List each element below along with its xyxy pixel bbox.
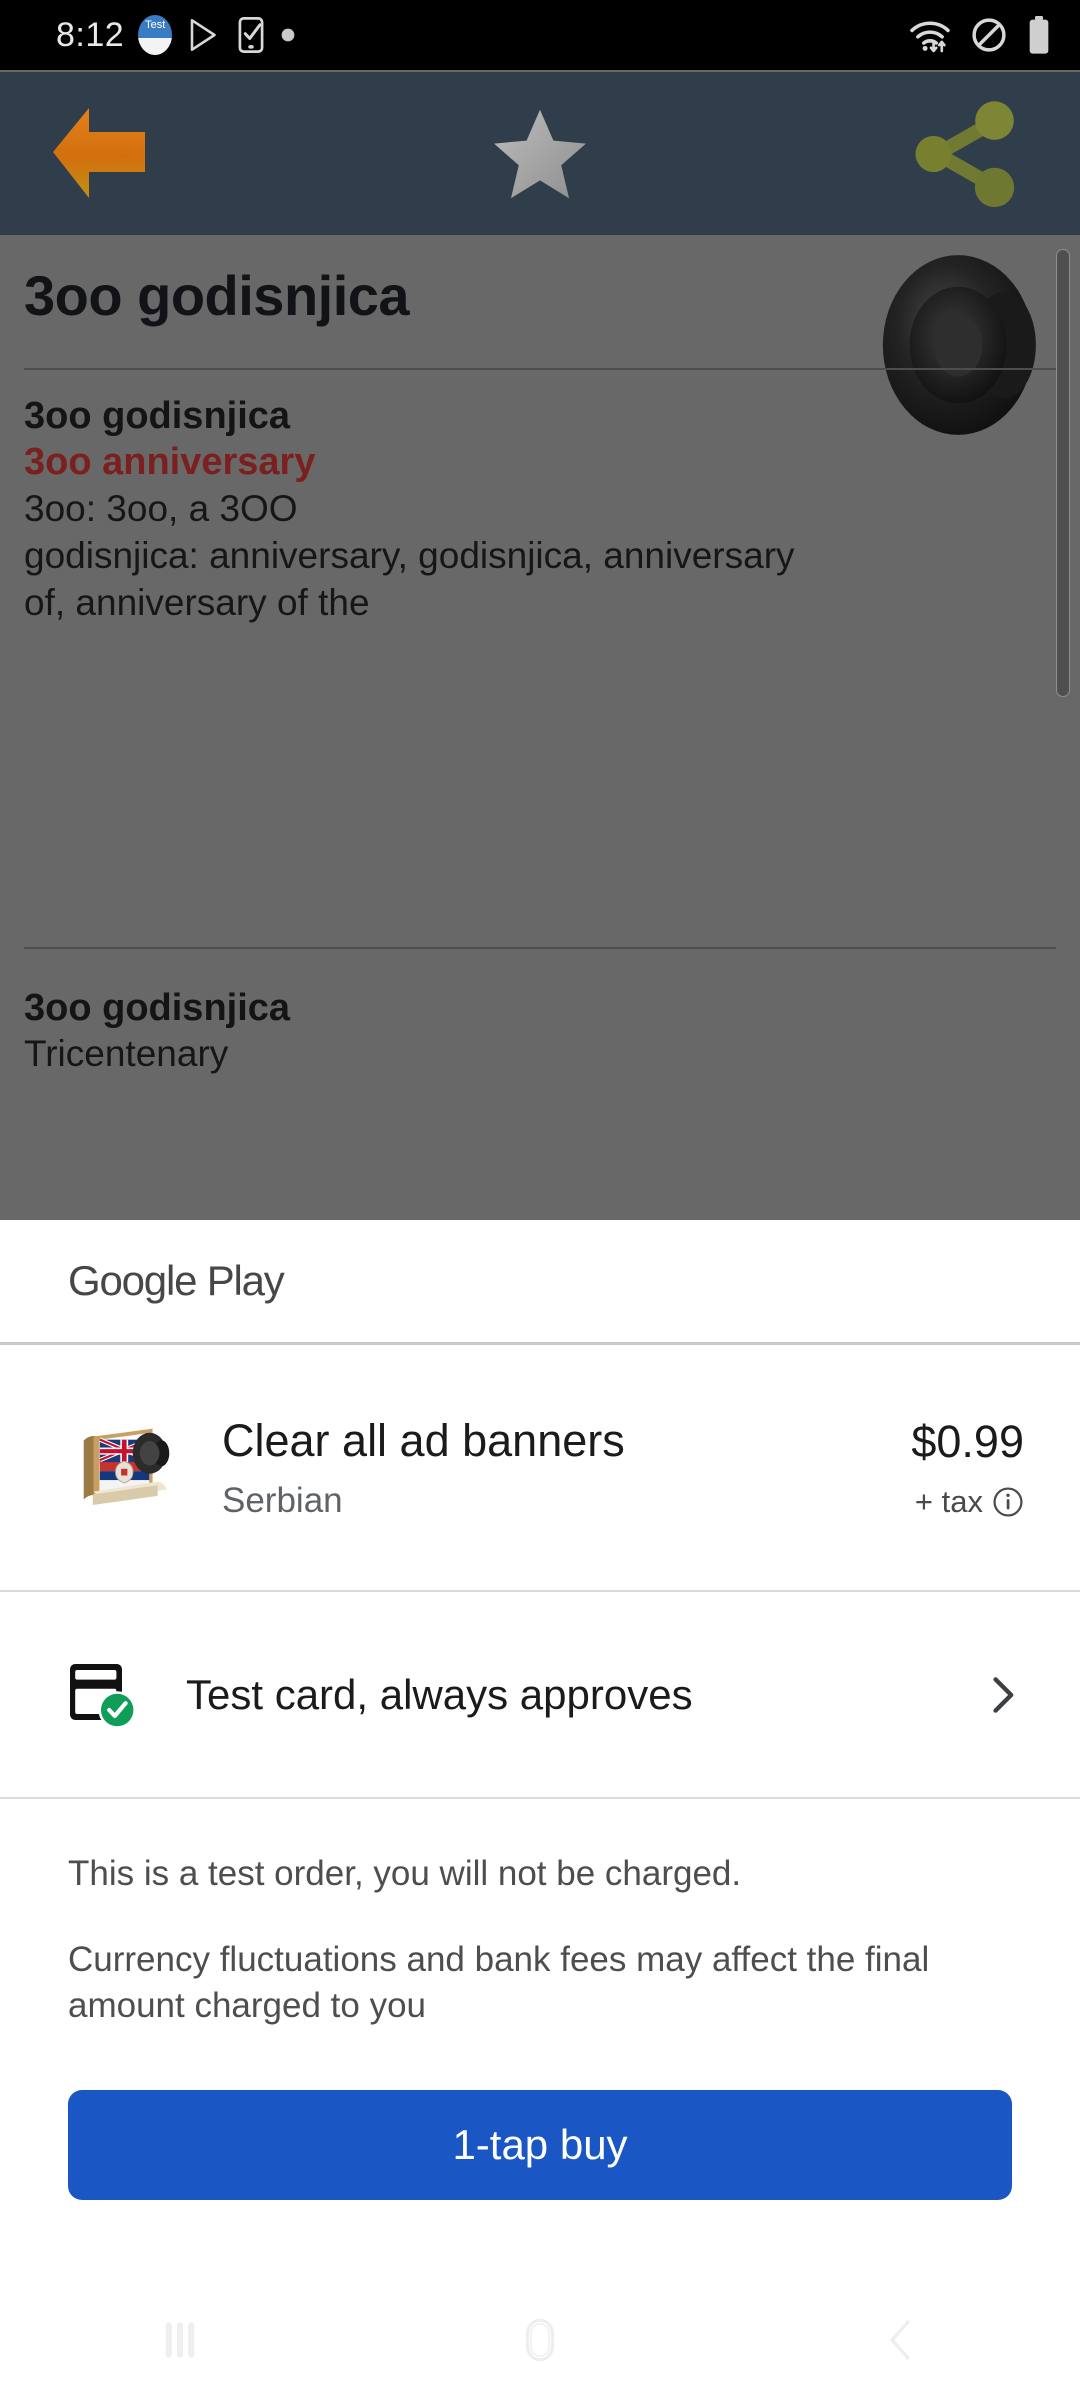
entry-title: 3oo godisnjica bbox=[24, 264, 410, 327]
dictionary-content[interactable]: 3oo godisnjica 3oo godisnjica 3oo annive… bbox=[0, 235, 1080, 1220]
definition-translation-1: 3oo anniversary bbox=[24, 441, 316, 484]
dictionary-book-app-icon bbox=[68, 1409, 186, 1527]
payment-method-label: Test card, always approves bbox=[186, 1670, 693, 1718]
google-play-purchase-sheet: Google Play Clear all ad banners Serbian… bbox=[0, 1220, 1080, 2400]
definition-block-2: 3oo godisnjica Tricentenary bbox=[24, 985, 1034, 1078]
test-app-badge-icon: Test bbox=[138, 15, 173, 55]
phone-check-icon bbox=[236, 16, 266, 54]
buy-button-container: 1-tap buy bbox=[0, 2030, 1080, 2200]
sheet-header: Google Play bbox=[0, 1220, 1080, 1342]
back-arrow-icon bbox=[53, 107, 145, 198]
dot-icon bbox=[280, 27, 296, 43]
play-store-icon bbox=[186, 16, 222, 54]
definition-line-2: godisnjica: anniversary, godisnjica, ann… bbox=[24, 534, 795, 576]
one-tap-buy-label: 1-tap buy bbox=[452, 2120, 628, 2168]
content-scrollbar-track[interactable] bbox=[1056, 241, 1076, 1201]
system-navigation-bar bbox=[0, 2280, 1080, 2400]
definition-text-2: Tricentenary bbox=[24, 1033, 229, 1075]
entry-divider-bottom bbox=[24, 947, 1056, 949]
product-title: Clear all ad banners bbox=[222, 1414, 625, 1466]
product-price: $0.99 bbox=[911, 1415, 1024, 1467]
content-scrollbar-thumb[interactable] bbox=[1056, 249, 1070, 697]
dictionary-app-bar bbox=[0, 70, 1080, 235]
status-bar-left: 8:12 Test bbox=[56, 15, 908, 55]
status-bar: 8:12 Test bbox=[0, 0, 1080, 70]
info-icon[interactable] bbox=[992, 1486, 1024, 1518]
definition-headword-2: 3oo godisnjica bbox=[24, 987, 291, 1029]
product-pricing: $0.99 + tax bbox=[911, 1416, 1024, 1520]
nav-back-icon bbox=[890, 2320, 910, 2360]
product-row: Clear all ad banners Serbian $0.99 + tax bbox=[0, 1345, 1080, 1590]
wifi-data-icon bbox=[908, 17, 952, 53]
payment-method-row[interactable]: Test card, always approves bbox=[0, 1592, 1080, 1797]
favorite-button[interactable] bbox=[230, 72, 850, 235]
home-icon bbox=[526, 2318, 554, 2362]
test-order-note: This is a test order, you will not be ch… bbox=[68, 1854, 742, 1893]
nav-back-button[interactable] bbox=[720, 2312, 1080, 2368]
product-tax-label: + tax bbox=[914, 1483, 983, 1519]
definition-line-1: 3oo: 3oo, a 3OO bbox=[24, 487, 298, 529]
battery-icon bbox=[1026, 15, 1052, 55]
product-tax-note[interactable]: + tax bbox=[911, 1484, 1024, 1520]
credit-card-verified-icon bbox=[68, 1660, 148, 1730]
product-subtitle: Serbian bbox=[222, 1481, 343, 1521]
test-app-badge-label: Test bbox=[145, 19, 166, 31]
status-clock: 8:12 bbox=[56, 15, 125, 54]
product-details: Clear all ad banners Serbian bbox=[222, 1414, 911, 1521]
entry-divider-top bbox=[24, 368, 1056, 370]
chevron-right-icon[interactable] bbox=[980, 1673, 1024, 1717]
do-not-disturb-icon bbox=[970, 16, 1008, 54]
back-button[interactable] bbox=[0, 72, 230, 235]
currency-note: Currency fluctuations and bank fees may … bbox=[68, 1940, 930, 2026]
definition-block-1: 3oo godisnjica 3oo anniversary 3oo: 3oo,… bbox=[24, 393, 1034, 627]
share-icon bbox=[915, 100, 1015, 207]
definition-headword-1: 3oo godisnjica bbox=[24, 395, 291, 437]
star-icon bbox=[494, 109, 586, 198]
google-play-logo: Google Play bbox=[68, 1257, 285, 1304]
status-bar-right bbox=[908, 15, 1052, 55]
definition-line-3: of, anniversary of the bbox=[24, 581, 370, 623]
share-button[interactable] bbox=[850, 72, 1080, 235]
recents-icon bbox=[165, 2322, 195, 2358]
disclaimer-section: This is a test order, you will not be ch… bbox=[0, 1799, 1080, 2030]
home-button[interactable] bbox=[360, 2311, 720, 2369]
one-tap-buy-button[interactable]: 1-tap buy bbox=[68, 2089, 1012, 2200]
recents-button[interactable] bbox=[0, 2312, 360, 2368]
